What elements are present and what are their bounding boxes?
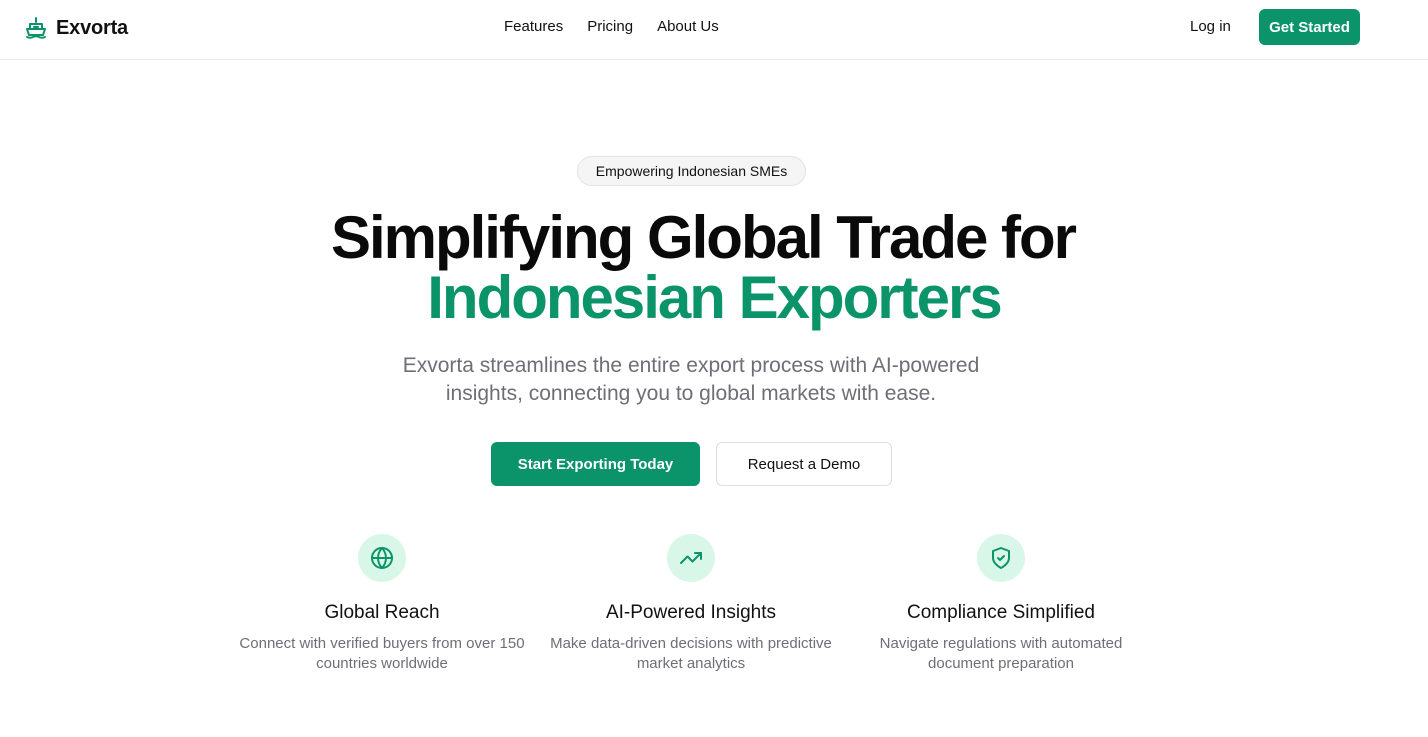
feature-description: Connect with verified buyers from over 1…	[239, 635, 525, 672]
globe-icon	[358, 534, 406, 582]
brand-name: Exvorta	[56, 16, 128, 39]
nav-link-features[interactable]: Features	[504, 17, 563, 37]
main-nav: Features Pricing About Us	[504, 17, 719, 37]
feature-description: Make data-driven decisions with predicti…	[550, 635, 832, 672]
feature-title: AI-Powered Insights	[605, 602, 777, 623]
brand-logo-link[interactable]: Exvorta	[24, 14, 128, 42]
hero-badge: Empowering Indonesian SMEs	[577, 156, 806, 186]
feature-description: Navigate regulations with automated docu…	[879, 635, 1123, 672]
start-exporting-button[interactable]: Start Exporting Today	[491, 442, 700, 486]
get-started-button[interactable]: Get Started	[1259, 9, 1360, 45]
login-link[interactable]: Log in	[1190, 17, 1231, 37]
trending-up-icon	[667, 534, 715, 582]
nav-link-about-us[interactable]: About Us	[657, 17, 719, 37]
headline-line-2-accent: Indonesian Exporters	[427, 264, 1002, 331]
ship-icon	[24, 16, 48, 40]
hero-subtitle: Exvorta streamlines the entire export pr…	[402, 354, 980, 405]
nav-link-pricing[interactable]: Pricing	[587, 17, 633, 37]
request-demo-button[interactable]: Request a Demo	[716, 442, 892, 486]
hero-headline: Simplifying Global Trade for Indonesian …	[0, 208, 1428, 328]
feature-title: Compliance Simplified	[907, 602, 1095, 623]
headline-line-1: Simplifying Global Trade for	[330, 204, 1077, 271]
top-navbar: Exvorta Features Pricing About Us Log in…	[0, 0, 1428, 60]
shield-check-icon	[977, 534, 1025, 582]
feature-card-compliance: Compliance Simplified Navigate regulatio…	[851, 534, 1151, 674]
feature-card-global-reach: Global Reach Connect with verified buyer…	[232, 534, 532, 674]
feature-card-ai-insights: AI-Powered Insights Make data-driven dec…	[541, 534, 841, 674]
feature-title: Global Reach	[324, 602, 440, 623]
